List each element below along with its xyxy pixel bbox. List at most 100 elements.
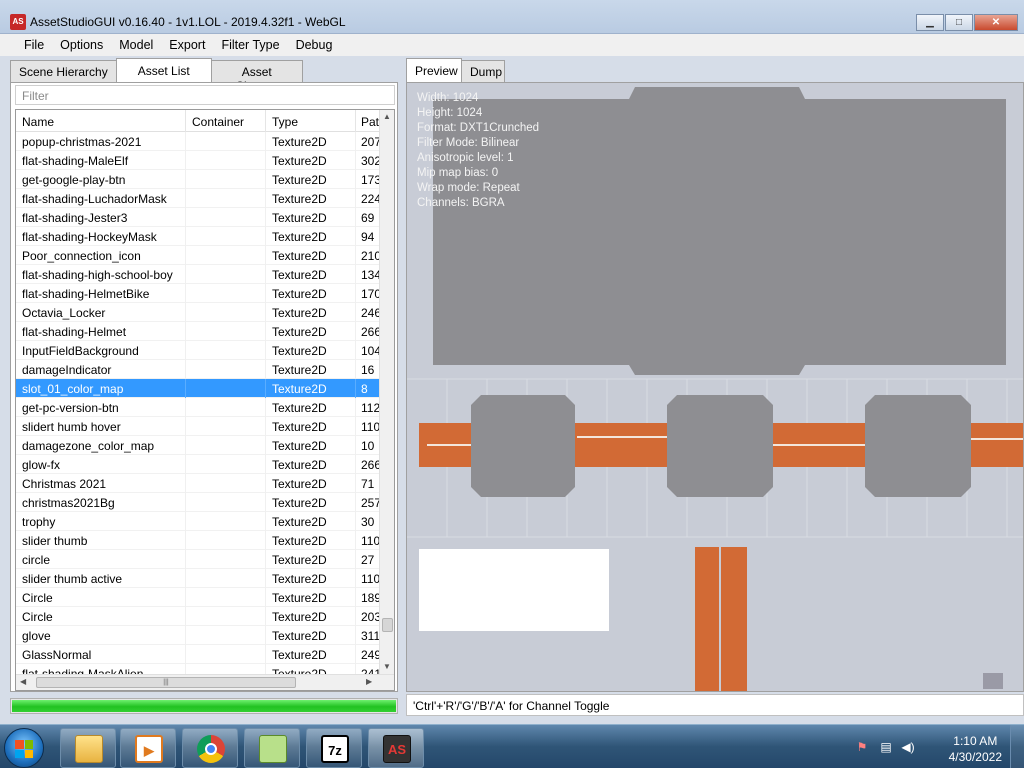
scroll-down-arrow-icon[interactable]: ▼ (383, 662, 391, 671)
texture-slot-center (667, 395, 773, 497)
title-bar[interactable]: AS AssetStudioGUI v0.16.40 - 1v1.LOL - 2… (0, 0, 1024, 34)
table-row[interactable]: Circle Texture2D 203 (16, 607, 381, 626)
menu-file[interactable]: File (0, 38, 52, 52)
asset-name-cell: slider thumb (16, 531, 186, 550)
table-row[interactable]: slider thumb Texture2D 110 (16, 531, 381, 550)
preview-pane: Preview Dump Width: 1024 Height: 1024 Fo… (404, 58, 1024, 718)
asset-type-cell: Texture2D (266, 569, 356, 588)
asset-container-cell (186, 398, 266, 417)
asset-type-cell: Texture2D (266, 132, 356, 151)
table-row[interactable]: Octavia_Locker Texture2D 246 (16, 303, 381, 322)
table-row[interactable]: get-google-play-btn Texture2D 173 (16, 170, 381, 189)
column-header-name[interactable]: Name (16, 110, 186, 132)
table-row[interactable]: slidert humb hover Texture2D 110 (16, 417, 381, 436)
table-row[interactable]: flat-shading-LuchadorMask Texture2D 224 (16, 189, 381, 208)
asset-type-cell: Texture2D (266, 531, 356, 550)
table-row[interactable]: slot_01_color_map Texture2D 8 (16, 379, 381, 398)
table-row[interactable]: glove Texture2D 311 (16, 626, 381, 645)
table-row[interactable]: damagezone_color_map Texture2D 10 (16, 436, 381, 455)
column-header-path-id[interactable]: Pat (356, 110, 381, 132)
asset-container-cell (186, 607, 266, 626)
table-row[interactable]: glow-fx Texture2D 266 (16, 455, 381, 474)
column-header-container[interactable]: Container (186, 110, 266, 132)
table-row[interactable]: Christmas 2021 Texture2D 71 (16, 474, 381, 493)
table-row[interactable]: flat-shading-HelmetBike Texture2D 170 (16, 284, 381, 303)
table-row[interactable]: popup-christmas-2021 Texture2D 207 (16, 132, 381, 151)
tab-asset-list[interactable]: Asset List (115, 58, 212, 82)
table-row[interactable]: christmas2021Bg Texture2D 257 (16, 493, 381, 512)
taskbar-assetstudio[interactable]: AS (368, 728, 424, 768)
table-row[interactable]: flat-shading-high-school-boy Texture2D 134 (16, 265, 381, 284)
asset-browser-pane: Scene Hierarchy Asset List Asset Classes… (8, 58, 400, 718)
action-center-icon[interactable]: ⚑ (854, 740, 870, 754)
maximize-button[interactable]: □ (945, 14, 973, 31)
table-row[interactable]: InputFieldBackground Texture2D 104 (16, 341, 381, 360)
table-row[interactable]: damageIndicator Texture2D 16 (16, 360, 381, 379)
menu-model[interactable]: Model (111, 38, 161, 52)
asset-type-cell: Texture2D (266, 208, 356, 227)
menu-filter-type[interactable]: Filter Type (213, 38, 287, 52)
asset-path-cell: 246 (356, 303, 381, 322)
scroll-left-arrow-icon[interactable]: ◀ (20, 677, 26, 686)
table-row[interactable]: slider thumb active Texture2D 110 (16, 569, 381, 588)
filter-input[interactable]: Filter (15, 85, 395, 105)
table-row[interactable]: flat-shading-MaleElf Texture2D 302 (16, 151, 381, 170)
asset-type-cell: Texture2D (266, 626, 356, 645)
tab-asset-classes[interactable]: Asset Classes (210, 60, 303, 93)
texture-preview[interactable]: Width: 1024 Height: 1024 Format: DXT1Crunc… (406, 82, 1024, 692)
menu-bar: File Options Model Export Filter Type De… (0, 34, 1024, 56)
asset-name-cell: Christmas 2021 (16, 474, 186, 493)
vertical-scroll-thumb[interactable] (382, 618, 393, 632)
table-row[interactable]: flat-shading-HockeyMask Texture2D 94 (16, 227, 381, 246)
taskbar-explorer[interactable] (60, 728, 116, 768)
table-row[interactable]: GlassNormal Texture2D 249 (16, 645, 381, 664)
column-header-type[interactable]: Type (266, 110, 356, 132)
network-icon[interactable]: ▤ (878, 740, 894, 754)
window-title: AssetStudioGUI v0.16.40 - 1v1.LOL - 2019… (30, 15, 346, 29)
asset-container-cell (186, 550, 266, 569)
start-button[interactable] (4, 728, 44, 768)
horizontal-scroll-thumb[interactable]: ||| (36, 677, 296, 688)
clock[interactable]: 1:10 AM 4/30/2022 (949, 733, 1002, 765)
asset-name-cell: slidert humb hover (16, 417, 186, 436)
asset-type-cell: Texture2D (266, 170, 356, 189)
asset-type-cell: Texture2D (266, 550, 356, 569)
table-row[interactable]: trophy Texture2D 30 (16, 512, 381, 531)
asset-name-cell: christmas2021Bg (16, 493, 186, 512)
vertical-scrollbar[interactable]: ▲ ▼ (379, 110, 394, 676)
minimize-button[interactable]: ▁ (916, 14, 944, 31)
table-row[interactable]: get-pc-version-btn Texture2D 112 (16, 398, 381, 417)
asset-name-cell: damagezone_color_map (16, 436, 186, 455)
table-row[interactable]: Circle Texture2D 189 (16, 588, 381, 607)
tab-dump[interactable]: Dump (461, 60, 505, 82)
volume-icon[interactable]: ◀) (900, 740, 916, 754)
asset-name-cell: popup-christmas-2021 (16, 132, 186, 151)
menu-options[interactable]: Options (52, 38, 111, 52)
scroll-right-arrow-icon[interactable]: ▶ (366, 677, 372, 686)
menu-export[interactable]: Export (161, 38, 213, 52)
table-row[interactable]: flat-shading-Jester3 Texture2D 69 (16, 208, 381, 227)
taskbar-media-player[interactable]: ▶ (120, 728, 176, 768)
asset-type-cell: Texture2D (266, 284, 356, 303)
table-row[interactable]: flat-shading-Helmet Texture2D 266 (16, 322, 381, 341)
asset-name-cell: Circle (16, 588, 186, 607)
asset-name-cell: Poor_connection_icon (16, 246, 186, 265)
table-row[interactable]: Poor_connection_icon Texture2D 210 (16, 246, 381, 265)
tab-scene-hierarchy[interactable]: Scene Hierarchy (10, 60, 117, 82)
asset-path-cell: 311 (356, 626, 381, 645)
table-row[interactable]: circle Texture2D 27 (16, 550, 381, 569)
horizontal-scrollbar[interactable]: ◀ ||| ▶ (16, 674, 394, 690)
taskbar-chrome[interactable] (182, 728, 238, 768)
tab-preview[interactable]: Preview (406, 58, 462, 82)
taskbar-notepad[interactable] (244, 728, 300, 768)
close-button[interactable]: ✕ (974, 14, 1018, 31)
asset-container-cell (186, 265, 266, 284)
taskbar-7zip[interactable]: 7z (306, 728, 362, 768)
asset-path-cell: 266 (356, 455, 381, 474)
asset-path-cell: 8 (356, 379, 381, 398)
asset-table: Name Container Type Pat popup-christmas-… (15, 109, 395, 691)
scroll-up-arrow-icon[interactable]: ▲ (383, 112, 391, 121)
menu-debug[interactable]: Debug (288, 38, 341, 52)
show-desktop-button[interactable] (1010, 725, 1024, 768)
asset-type-cell: Texture2D (266, 398, 356, 417)
